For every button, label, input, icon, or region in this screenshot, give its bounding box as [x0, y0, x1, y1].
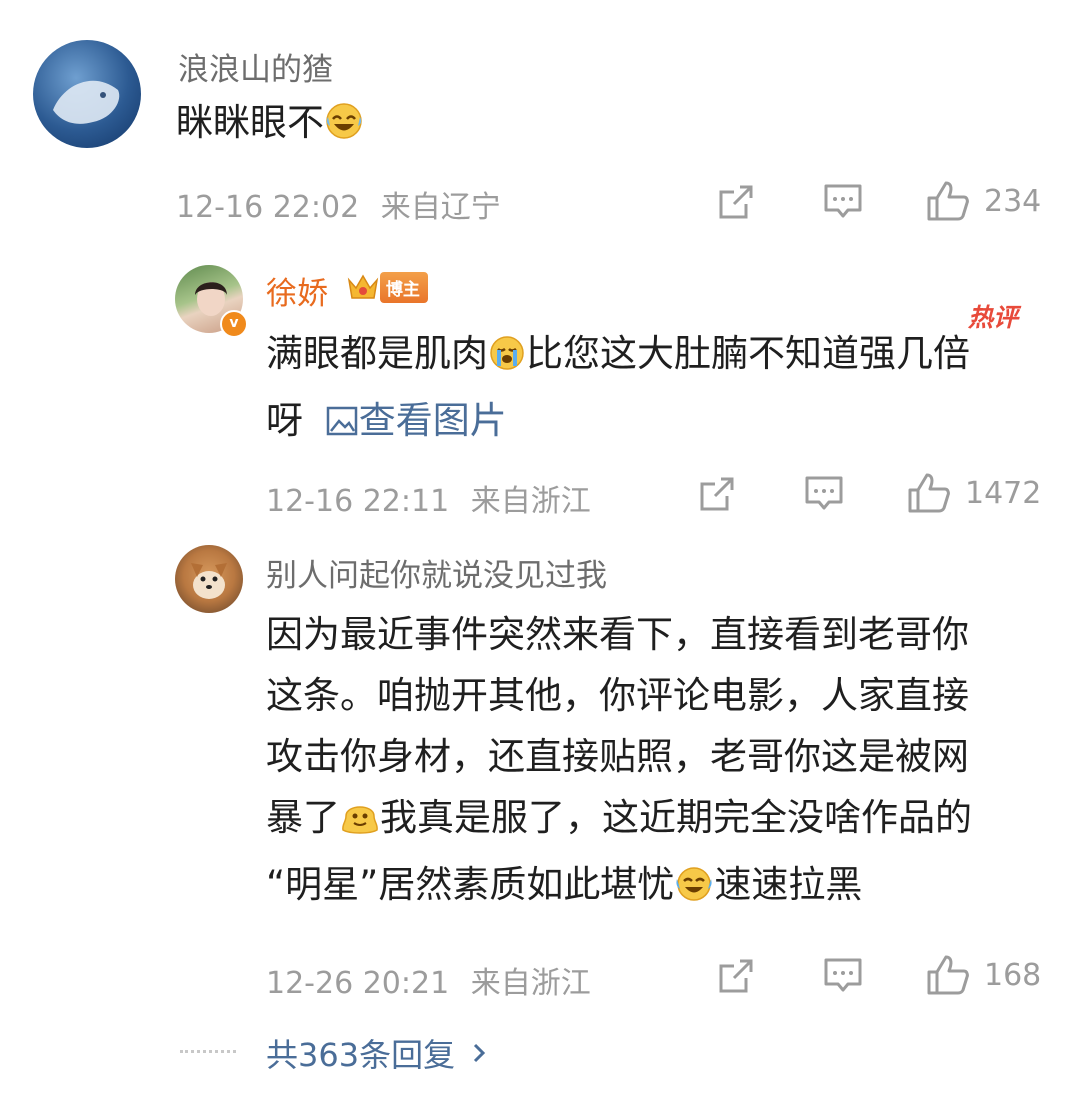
comment-icon — [805, 476, 843, 510]
comment-time: 12-16 22:11 — [266, 484, 450, 519]
comment-icon — [824, 184, 862, 218]
more-replies-label: 共363条回复 — [266, 1036, 456, 1074]
comment-time: 12-26 20:21 — [266, 966, 450, 1001]
comment-text: 因为最近事件突然来看下，直接看到老哥你 这条。咱抛开其他，你评论电影，人家直接 … — [266, 604, 1056, 921]
comment-meta: 12-26 20:21 来自浙江 — [266, 958, 591, 1002]
comment-text-line: 攻击你身材，还直接贴照，老哥你这是被网 — [266, 735, 969, 778]
comment-meta: 12-16 22:11 来自浙江 — [266, 476, 591, 520]
like-button[interactable]: 168 — [926, 954, 1041, 996]
comment-author-row: 徐娇 博主 — [266, 268, 428, 313]
share-button[interactable] — [716, 956, 756, 996]
comment-text-line: 因为最近事件突然来看下，直接看到老哥你 — [266, 613, 969, 656]
beluga-avatar-icon — [53, 80, 120, 124]
comment-text-line: 暴了 我真是服了，这近期完全没啥作品的 — [266, 787, 1056, 854]
melting-face-emoji-icon — [340, 793, 380, 854]
comment-author[interactable]: 别人问起你就说没见过我 — [266, 550, 607, 595]
view-image-link[interactable]: 查看图片 — [325, 399, 507, 442]
comment-text-segment: 比您这大肚腩不知道强几倍 — [526, 332, 970, 375]
comment-text-line: 呀 查看图片 — [266, 390, 1046, 451]
comment-location: 来自浙江 — [470, 484, 591, 519]
share-icon — [719, 185, 753, 219]
blogger-badge-label: 博主 — [379, 271, 428, 303]
comment-location: 来自浙江 — [470, 966, 591, 1001]
crown-badge-icon — [347, 274, 379, 299]
comment-text-line: 这条。咱抛开其他，你评论电影，人家直接 — [266, 674, 969, 717]
view-image-label: 查看图片 — [358, 399, 507, 442]
comment-text-segment: “明星”居然素质如此堪忧 — [266, 863, 675, 906]
reply-button[interactable] — [803, 474, 845, 514]
like-count: 234 — [984, 183, 1042, 219]
chevron-right-icon — [474, 1043, 486, 1063]
comment-author[interactable]: 浪浪山的猹 — [178, 44, 333, 89]
image-icon — [326, 406, 358, 436]
comment-text-line: “明星”居然素质如此堪忧 速速拉黑 — [266, 854, 1056, 921]
comment-text: 眯眯眼不 — [176, 92, 364, 159]
comment-text-segment: 呀 — [266, 399, 303, 442]
comment-location: 来自辽宁 — [380, 190, 501, 225]
comment-text-segment: 满眼都是肌肉 — [266, 332, 488, 375]
like-button[interactable]: 234 — [926, 180, 1041, 222]
comment-text-segment: 我真是服了，这近期完全没啥作品的 — [380, 796, 972, 839]
comment-text: 满眼都是肌肉 比您这大肚腩不知道强几倍 呀 查看图片 — [266, 323, 1046, 451]
comment-author[interactable]: 徐娇 — [266, 276, 328, 312]
dog-avatar-icon — [191, 563, 227, 599]
like-count: 1472 — [965, 475, 1042, 511]
share-button[interactable] — [697, 474, 737, 514]
reply-button[interactable] — [822, 182, 864, 222]
comment-icon — [824, 958, 862, 992]
comment-time: 12-16 22:02 — [176, 190, 360, 225]
verified-badge-icon: v — [220, 310, 248, 338]
like-count: 168 — [984, 957, 1042, 993]
blogger-badge: 博主 — [346, 271, 428, 303]
avatar[interactable] — [175, 545, 243, 613]
thumbs-up-icon — [927, 955, 969, 995]
more-replies-link[interactable]: 共363条回复 — [266, 1030, 491, 1076]
share-button[interactable] — [716, 182, 756, 222]
crying-laugh-emoji-icon — [674, 860, 714, 921]
comment-text-segment: 速速拉黑 — [714, 863, 863, 906]
comment-text-content: 眯眯眼不 — [176, 101, 324, 144]
avatar[interactable] — [33, 40, 141, 148]
thumbs-up-icon — [927, 181, 969, 221]
share-icon — [700, 477, 734, 511]
like-button[interactable]: 1472 — [907, 472, 1041, 514]
laugh-cry-emoji-icon — [324, 98, 364, 159]
divider-dots — [180, 1050, 236, 1053]
crying-emoji-icon — [488, 329, 526, 390]
comment-text-segment: 暴了 — [266, 796, 340, 839]
reply-button[interactable] — [822, 956, 864, 996]
thumbs-up-icon — [908, 473, 950, 513]
comment-text-line: 满眼都是肌肉 比您这大肚腩不知道强几倍 — [266, 323, 1046, 390]
comment-meta: 12-16 22:02 来自辽宁 — [176, 182, 501, 226]
share-icon — [719, 959, 753, 993]
